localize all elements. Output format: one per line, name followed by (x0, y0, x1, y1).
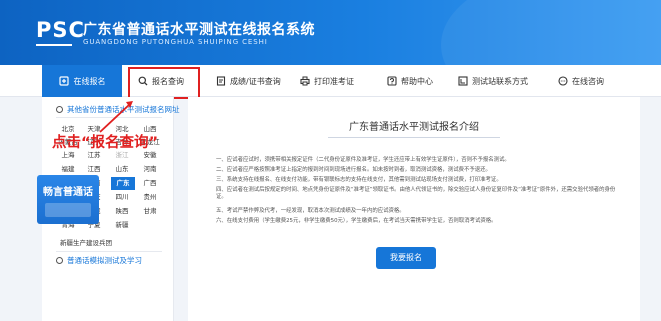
nav-label-help: 帮助中心 (401, 76, 433, 86)
nav-item-help[interactable]: 帮助中心 (386, 65, 433, 97)
province-link[interactable]: 新疆 (110, 219, 134, 232)
nav-item-register[interactable]: 在线报名 (42, 65, 122, 97)
nav-label-contact: 测试站联系方式 (472, 76, 528, 86)
nav-item-consult[interactable]: 在线咨询 (557, 65, 604, 97)
main-panel: 广东普通话水平测试报名介绍 一、应试者应试时，须携带相关报定证件（二代身份证原件… (188, 97, 640, 321)
site-subtitle: GUANGDONG PUTONGHUA SHUIPING CESHI (83, 38, 268, 46)
province-link[interactable]: 甘肃 (138, 205, 162, 218)
province-link-selected[interactable]: 广东 (111, 177, 135, 190)
nav-label-score: 成绩/证书查询 (230, 76, 281, 86)
certificate-icon (215, 76, 226, 87)
print-icon (299, 76, 310, 87)
chat-icon (557, 76, 568, 87)
page-title: 广东普通话水平测试报名介绍 (349, 122, 479, 133)
nav-item-contact[interactable]: 测试站联系方式 (457, 65, 528, 97)
nav-label-register: 在线报名 (73, 76, 106, 86)
notice-item: 四、应试者在测试后按规定的时间、地点凭身份证原件及“准考证”领取证书。由他人代领… (216, 187, 616, 200)
province-link[interactable]: 四川 (110, 191, 134, 204)
query-highlight-box (128, 67, 200, 99)
title-underline (328, 137, 500, 138)
promo-banner[interactable]: 畅言普通话 (37, 175, 99, 224)
promo-title: 畅言普通话 (43, 187, 93, 198)
bullet-circle-icon (56, 256, 63, 264)
site-header: PSC 广东省普通话水平测试在线报名系统 GUANGDONG PUTONGHUA… (0, 0, 661, 65)
contact-icon (457, 76, 468, 87)
logo-text: PSC (36, 18, 85, 42)
bullet-circle-icon (56, 105, 63, 113)
province-link[interactable]: 河南 (138, 163, 162, 176)
annotation-text: 点击“报名查询” (52, 135, 159, 151)
province-link[interactable]: 广西 (138, 177, 162, 190)
notice-item: 二、应试者应严格按照准考证上指定的报到时间到现场进行报名。如未按时到者，取消测试… (216, 167, 491, 173)
site-title: 广东省普通话水平测试在线报名系统 (83, 22, 315, 38)
register-icon (59, 76, 70, 87)
notice-item: 一、应试者应试时，须携带相关报定证件（二代身份证原件及准考证，学生还应带上有效学… (216, 157, 510, 163)
nav-label-consult: 在线咨询 (572, 76, 604, 86)
province-link[interactable]: 山东 (110, 163, 134, 176)
notice-item: 五、考试严禁作弊及代考，一经发现，取消本次测试成绩及一年内的应试资格。 (216, 208, 405, 214)
main-nav: 在线报名 报名查询 成绩/证书查询 打印准考证 帮助中心 测试站联系方式 在线咨… (0, 65, 661, 97)
sidebar-divider (56, 251, 162, 252)
practice-heading: 普通话模拟测试及学习 (56, 254, 142, 266)
practice-label: 普通话模拟测试及学习 (67, 255, 142, 265)
province-link-xinjiang-corps[interactable]: 新疆生产建设兵团 (60, 237, 112, 247)
nav-item-print[interactable]: 打印准考证 (299, 65, 354, 97)
notice-item: 三、系统支持在线报名、在线支付功能，带有银联标志的支持在线支付，其他需到测试站现… (216, 177, 502, 183)
register-button[interactable]: 我要报名 (376, 247, 436, 269)
province-link[interactable]: 贵州 (138, 191, 162, 204)
nav-label-print: 打印准考证 (314, 76, 354, 86)
promo-decoration (45, 203, 91, 217)
header-decoration (441, 0, 661, 65)
psc-logo[interactable]: PSC (36, 18, 84, 46)
nav-item-score[interactable]: 成绩/证书查询 (215, 65, 281, 97)
notice-item: 六、在线支付费用（学生缴费25元，非学生缴费50元），学生缴费后，在考试当天需携… (216, 218, 497, 224)
help-icon (386, 76, 397, 87)
province-link[interactable]: 陕西 (110, 205, 134, 218)
logo-underline (36, 44, 72, 46)
